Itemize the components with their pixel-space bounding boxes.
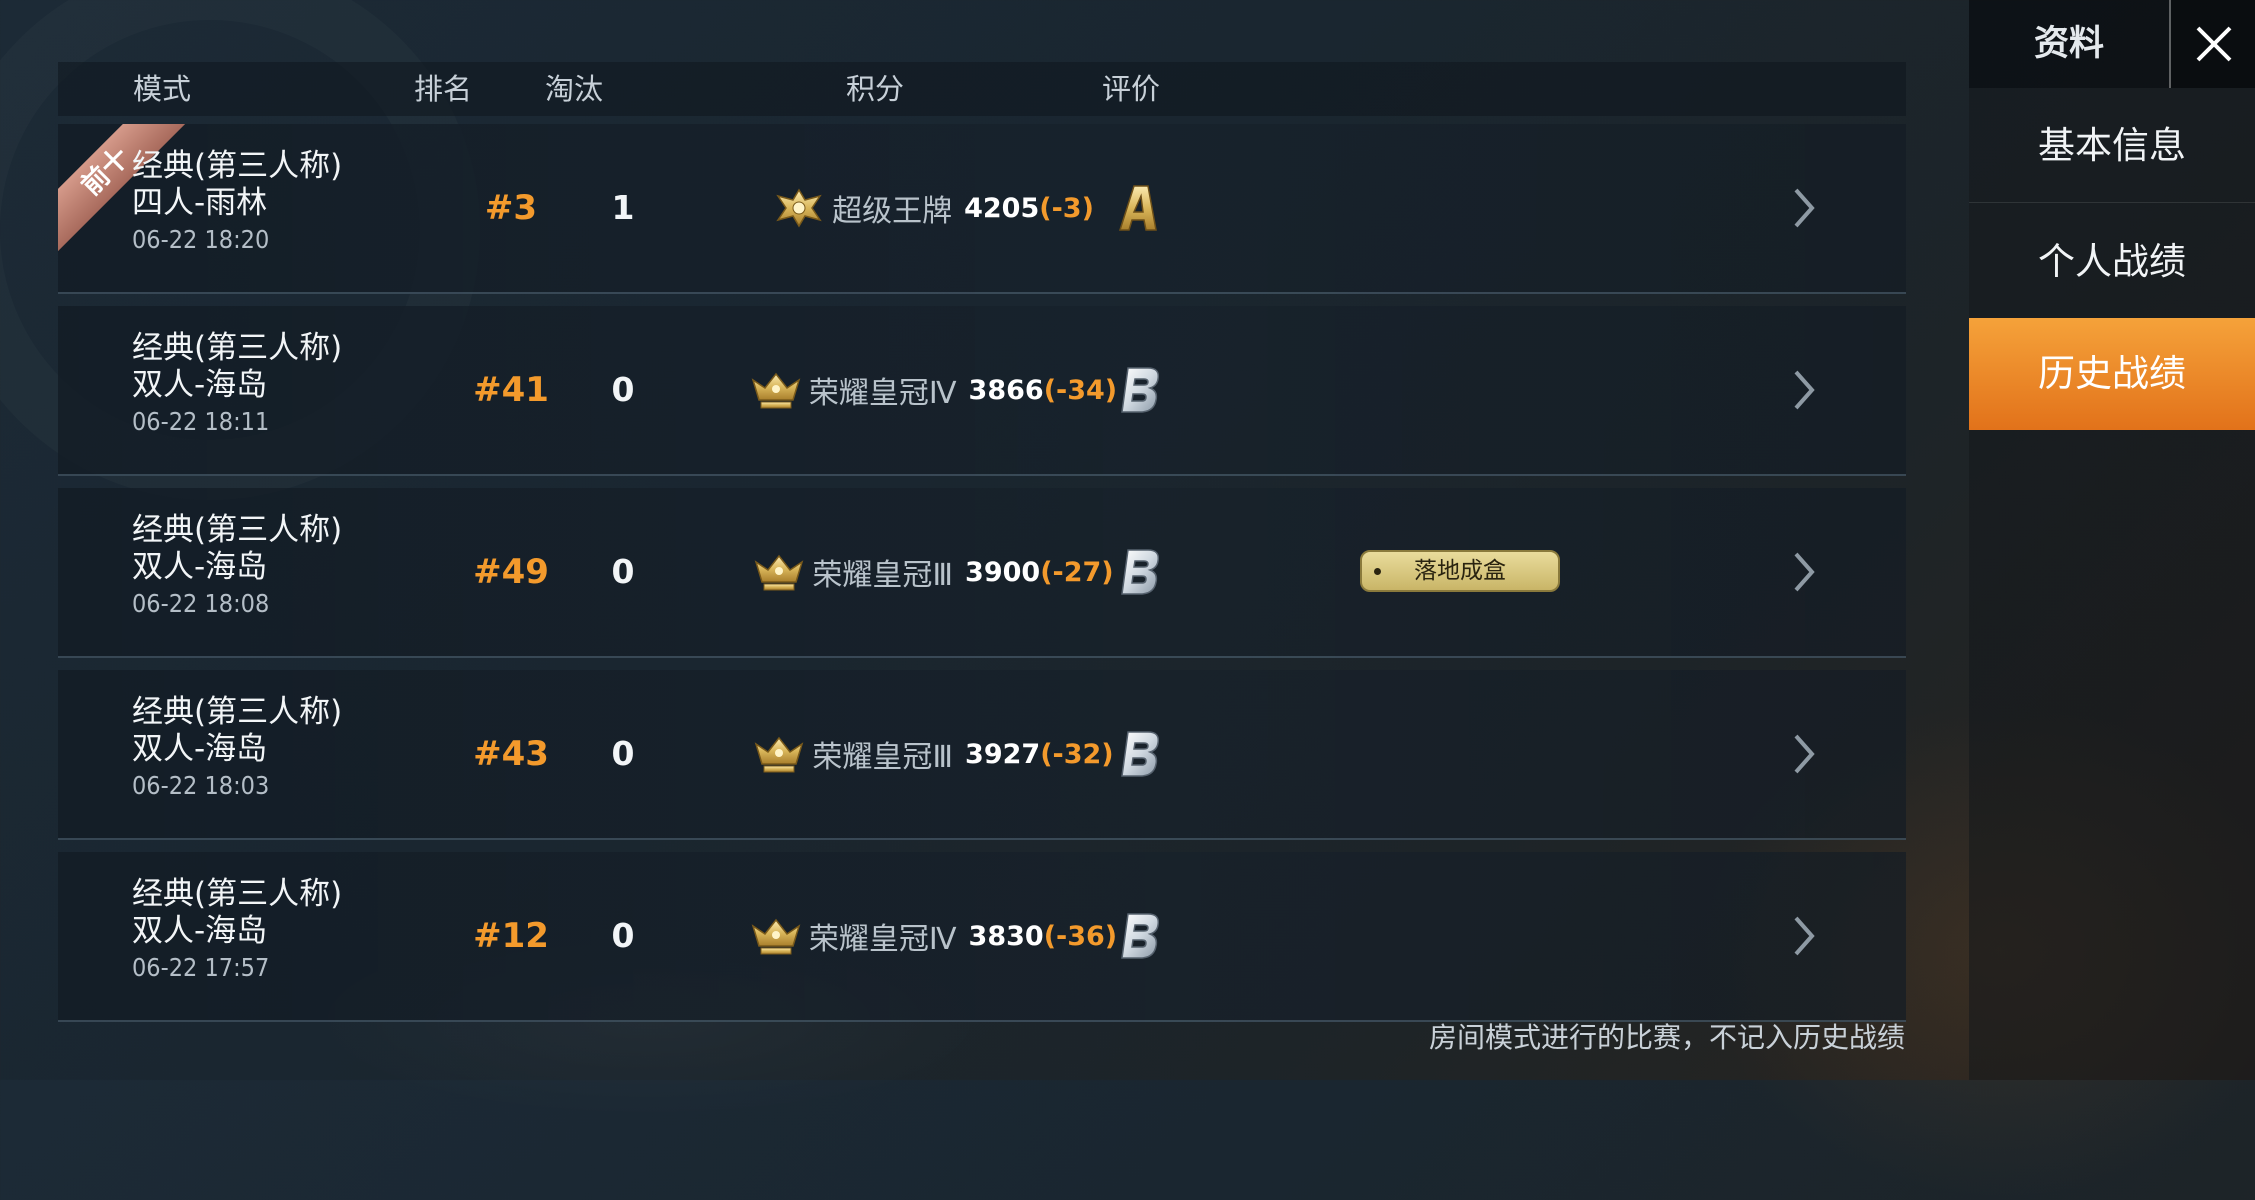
crown-emblem-icon xyxy=(751,918,801,955)
match-score: 荣耀皇冠Ⅳ 3866 (-34) xyxy=(698,306,1168,474)
match-kills: 0 xyxy=(611,552,635,591)
tier-name: 荣耀皇冠Ⅳ xyxy=(808,922,957,957)
match-score: 荣耀皇冠Ⅲ 3927 (-32) xyxy=(698,670,1168,838)
header-mode: 模式 xyxy=(133,72,192,106)
sidebar-item-match-history[interactable]: 历史战绩 xyxy=(1969,318,2255,430)
score-value: 3927 xyxy=(965,738,1041,770)
header-kills: 淘汰 xyxy=(545,72,604,106)
score-delta: (-34) xyxy=(1043,374,1118,406)
score-delta: (-27) xyxy=(1040,556,1114,588)
table-header: 模式 排名 淘汰 积分 评价 xyxy=(58,62,1906,116)
match-mode: 经典(第三人称) 双人-海岛 06-22 18:08 xyxy=(132,512,432,622)
match-time: 06-22 17:57 xyxy=(132,953,270,982)
match-score: 荣耀皇冠Ⅳ 3830 (-36) xyxy=(698,852,1168,1020)
match-kills: 0 xyxy=(611,916,635,955)
grade-b-icon xyxy=(1121,367,1160,413)
badge-label: 落地成盒 xyxy=(1414,558,1506,584)
header-rank: 排名 xyxy=(414,72,473,106)
match-row[interactable]: 经典(第三人称) 双人-海岛 06-22 18:03 #43 0 荣耀皇冠Ⅲ 3… xyxy=(58,670,1906,840)
match-time: 06-22 18:08 xyxy=(132,589,270,618)
crown-emblem-icon xyxy=(755,554,804,591)
crown-emblem-icon xyxy=(755,736,804,773)
match-mode: 经典(第三人称) 双人-海岛 06-22 18:03 xyxy=(132,694,432,804)
grade-a-icon xyxy=(1118,185,1157,231)
mode-type: 经典(第三人称) xyxy=(132,694,343,730)
sidebar: 资料 基本信息 个人战绩 历史战绩 xyxy=(1969,0,2255,1080)
tier-name: 荣耀皇冠Ⅲ xyxy=(812,558,954,593)
chevron-right-icon[interactable] xyxy=(1784,362,1824,418)
chevron-right-icon[interactable] xyxy=(1784,726,1824,782)
mode-type: 经典(第三人称) xyxy=(132,330,343,366)
sidebar-item-basic-info[interactable]: 基本信息 xyxy=(1969,90,2255,203)
match-time: 06-22 18:11 xyxy=(132,407,270,436)
mode-map: 双人-海岛 xyxy=(132,367,268,403)
header-rating: 评价 xyxy=(1102,72,1161,106)
match-time: 06-22 18:03 xyxy=(132,771,270,800)
match-row[interactable]: 经典(第三人称) 双人-海岛 06-22 17:57 #12 0 荣耀皇冠Ⅳ 3… xyxy=(58,852,1906,1022)
grade-b-icon xyxy=(1121,549,1160,595)
mode-type: 经典(第三人称) xyxy=(132,148,343,184)
mode-map: 双人-海岛 xyxy=(132,549,268,585)
mode-type: 经典(第三人称) xyxy=(132,512,343,548)
score-value: 4205 xyxy=(964,192,1040,224)
badge-dot xyxy=(1374,568,1381,575)
sidebar-title: 资料 xyxy=(2033,24,2104,64)
header-score: 积分 xyxy=(846,72,905,106)
sidebar-item-personal-stats[interactable]: 个人战绩 xyxy=(1969,206,2255,318)
match-score: 荣耀皇冠Ⅲ 3900 (-27) xyxy=(698,488,1168,656)
score-value: 3900 xyxy=(965,556,1041,588)
score-delta: (-3) xyxy=(1039,192,1094,224)
score-delta: (-36) xyxy=(1043,920,1118,952)
tier-name: 荣耀皇冠Ⅲ xyxy=(812,740,954,775)
chevron-right-icon[interactable] xyxy=(1784,544,1824,600)
close-button[interactable] xyxy=(2169,0,2255,88)
tier-name: 荣耀皇冠Ⅳ xyxy=(808,376,957,411)
mode-map: 双人-海岛 xyxy=(132,913,268,949)
match-mode: 经典(第三人称) 双人-海岛 06-22 17:57 xyxy=(132,876,432,986)
match-mode: 经典(第三人称) 四人-雨林 06-22 18:20 xyxy=(132,148,432,258)
crown-emblem-icon xyxy=(751,372,801,409)
match-kills: 0 xyxy=(611,734,635,773)
score-value: 3830 xyxy=(968,920,1044,952)
match-history-table: 模式 排名 淘汰 积分 评价 前十 经典(第三人称) 四人-雨林 06-22 1… xyxy=(58,62,1906,1022)
match-row[interactable]: 经典(第三人称) 双人-海岛 06-22 18:11 #41 0 荣耀皇冠Ⅳ 3… xyxy=(58,306,1906,476)
achievement-badge: 落地成盒 xyxy=(1360,550,1560,592)
grade-b-icon xyxy=(1121,731,1160,777)
close-icon[interactable] xyxy=(2171,0,2255,88)
match-kills: 0 xyxy=(611,370,635,409)
grade-b-icon xyxy=(1121,913,1160,959)
tier-name: 超级王牌 xyxy=(832,194,953,229)
match-time: 06-22 18:20 xyxy=(132,225,270,254)
score-delta: (-32) xyxy=(1040,738,1114,770)
match-row[interactable]: 前十 经典(第三人称) 四人-雨林 06-22 18:20 #3 1 超级王牌 … xyxy=(58,124,1906,294)
match-kills: 1 xyxy=(611,188,635,227)
score-value: 3866 xyxy=(968,374,1044,406)
chevron-right-icon[interactable] xyxy=(1784,180,1824,236)
sidebar-header: 资料 xyxy=(1969,0,2255,88)
chevron-right-icon[interactable] xyxy=(1784,908,1824,964)
mode-map: 四人-雨林 xyxy=(132,185,268,221)
footnote: 房间模式进行的比赛，不记入历史战绩 xyxy=(1428,1021,1905,1054)
mode-type: 经典(第三人称) xyxy=(132,876,343,912)
match-score: 超级王牌 4205 (-3) xyxy=(698,124,1168,292)
mode-map: 双人-海岛 xyxy=(132,731,268,767)
match-mode: 经典(第三人称) 双人-海岛 06-22 18:11 xyxy=(132,330,432,440)
ace-emblem-icon xyxy=(776,188,822,228)
match-row[interactable]: 经典(第三人称) 双人-海岛 06-22 18:08 #49 0 荣耀皇冠Ⅲ 3… xyxy=(58,488,1906,658)
